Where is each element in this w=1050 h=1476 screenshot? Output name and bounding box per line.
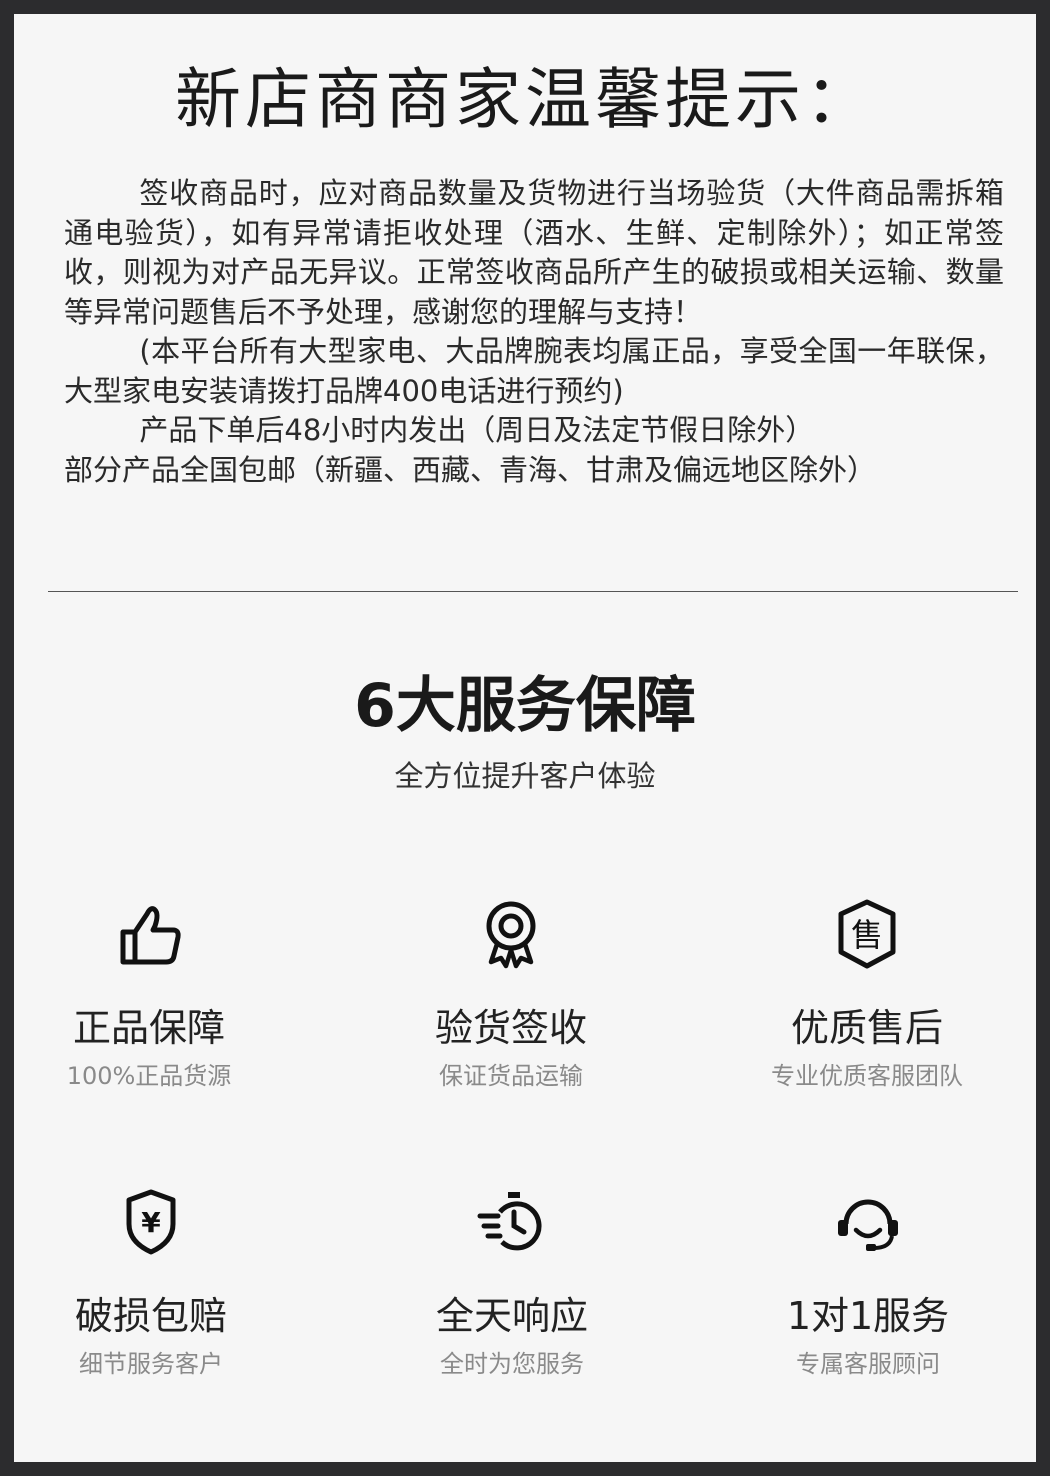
service-desc: 细节服务客户 — [79, 1350, 223, 1378]
service-after-sales: 售 优质售后 专业优质客服团队 — [717, 894, 1017, 1092]
stopwatch-fast-icon — [477, 1192, 542, 1251]
service-desc: 专业优质客服团队 — [771, 1062, 963, 1090]
service-name: 验货签收 — [434, 1006, 587, 1050]
notice-paragraph: 签收商品时，应对商品数量及货物进行当场验货（大件商品需拆箱通电验货），如有异常请… — [64, 176, 1004, 329]
service-name: 破损包赔 — [74, 1294, 227, 1338]
yuan-glyph: ¥ — [141, 1206, 161, 1239]
after-sales-shield-icon: 售 — [838, 899, 896, 969]
notice-body: 签收商品时，应对商品数量及货物进行当场验货（大件商品需拆箱通电验货），如有异常请… — [64, 174, 1004, 490]
service-name: 正品保障 — [72, 1006, 225, 1050]
service-name: 1对1服务 — [786, 1294, 950, 1338]
yuan-shield-icon: ¥ — [126, 1189, 176, 1255]
service-inspection: 验货签收 保证货品运输 — [361, 894, 661, 1092]
service-genuine: 正品保障 100%正品货源 — [0, 894, 299, 1092]
section-divider — [48, 591, 1018, 592]
headset-icon — [838, 1199, 898, 1251]
page: 新店商商家温馨提示： 签收商品时，应对商品数量及货物进行当场验货（大件商品需拆箱… — [14, 14, 1036, 1462]
service-damage-compensation: ¥ 破损包赔 细节服务客户 — [1, 1182, 301, 1380]
notice-paragraph: (本平台所有大型家电、大品牌腕表均属正品，享受全国一年联保，大型家电安装请拨打品… — [64, 334, 1004, 408]
service-name: 优质售后 — [790, 1006, 943, 1050]
service-desc: 100%正品货源 — [66, 1062, 232, 1090]
notice-paragraph: 产品下单后48小时内发出（周日及法定节假日除外） — [139, 413, 815, 447]
services-title: 6大服务保障 — [354, 671, 696, 741]
service-name: 全天响应 — [435, 1294, 588, 1338]
award-medal-icon — [486, 901, 536, 969]
services-subtitle: 全方位提升客户体验 — [394, 759, 656, 793]
service-desc: 保证货品运输 — [439, 1062, 583, 1090]
after-sales-glyph: 售 — [851, 916, 883, 954]
notice-title: 新店商商家温馨提示： — [175, 61, 875, 138]
service-one-on-one: 1对1服务 专属客服顾问 — [718, 1182, 1018, 1380]
service-desc: 全时为您服务 — [440, 1350, 584, 1378]
service-24h-response: 全天响应 全时为您服务 — [362, 1182, 662, 1380]
thumbs-up-icon — [120, 906, 181, 965]
service-desc: 专属客服顾问 — [796, 1350, 940, 1378]
notice-paragraph: 部分产品全国包邮（新疆、西藏、青海、甘肃及偏远地区除外） — [64, 452, 877, 487]
